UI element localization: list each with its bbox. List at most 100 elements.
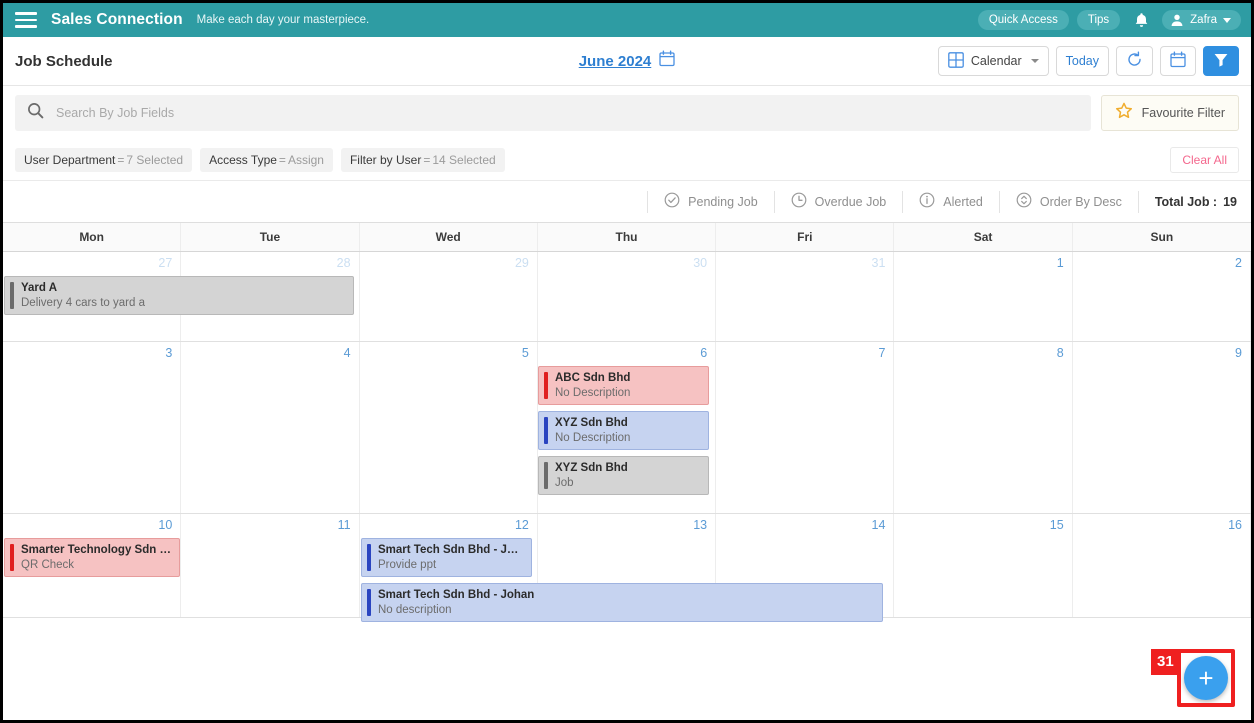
total-job-count: Total Job : 19 xyxy=(1139,195,1237,209)
legend-overdue-job[interactable]: Overdue Job xyxy=(775,190,904,213)
chip-equals: = xyxy=(423,152,431,167)
chip-label: Filter by User xyxy=(349,152,422,167)
calendar-weekday-header: Mon Tue Wed Thu Fri Sat Sun xyxy=(3,223,1251,252)
event-description: Delivery 4 cars to yard a xyxy=(21,297,145,309)
page-header: Job Schedule June 2024 Calendar Today xyxy=(3,37,1251,86)
event-layer: Smarter Technology Sdn Bh... QR Check Sm… xyxy=(3,514,1251,622)
search-row: Favourite Filter xyxy=(3,86,1251,139)
legend-row: Pending Job Overdue Job Alerted Order By… xyxy=(3,181,1251,223)
event-title: XYZ Sdn Bhd xyxy=(555,417,628,429)
current-month-label[interactable]: June 2024 xyxy=(579,53,652,70)
check-circle-icon xyxy=(664,192,680,211)
filter-chip-access-type[interactable]: Access Type = Assign xyxy=(200,147,333,172)
sort-desc-circle-icon xyxy=(1016,192,1032,211)
total-job-label: Total Job : xyxy=(1154,194,1218,209)
weekday-sun: Sun xyxy=(1150,230,1174,244)
legend-order-by-desc[interactable]: Order By Desc xyxy=(1000,190,1139,213)
calendar-week-row: 27 28 29 30 31 1 2 Yard A Delivery 4 car… xyxy=(3,252,1251,342)
event-title: Yard A xyxy=(21,282,58,294)
grid-view-icon xyxy=(948,51,964,71)
event-description: QR Check xyxy=(21,559,75,571)
chevron-down-icon xyxy=(1030,59,1039,63)
today-button[interactable]: Today xyxy=(1055,46,1109,76)
calendar-event[interactable]: Smart Tech Sdn Bhd - Johan No descriptio… xyxy=(361,583,883,622)
event-description: No Description xyxy=(555,387,631,399)
app-window: Sales Connection Make each day your mast… xyxy=(0,0,1254,723)
event-description: No Description xyxy=(555,432,631,444)
total-job-value: 19 xyxy=(1223,194,1237,209)
clock-circle-icon xyxy=(791,192,807,211)
header-toolbar: Calendar Today xyxy=(937,46,1239,76)
calendar-event[interactable]: Smarter Technology Sdn Bh... QR Check xyxy=(4,538,180,577)
weekday-mon: Mon xyxy=(3,223,182,251)
app-brand-title: Sales Connection xyxy=(51,11,183,28)
weekday-wed: Wed xyxy=(360,223,538,251)
calendar-event[interactable]: XYZ Sdn Bhd Job xyxy=(538,456,709,495)
search-icon xyxy=(27,102,44,124)
add-job-fab-button[interactable]: + xyxy=(1184,656,1228,700)
calendar-event[interactable]: ABC Sdn Bhd No Description xyxy=(538,366,709,405)
user-menu[interactable]: Zafra xyxy=(1162,10,1241,30)
tips-button[interactable]: Tips xyxy=(1076,10,1121,30)
event-title: Smart Tech Sdn Bhd - Johan xyxy=(378,544,525,556)
top-navigation-bar: Sales Connection Make each day your mast… xyxy=(3,3,1251,37)
legend-label: Pending Job xyxy=(688,194,758,209)
annotation-number-badge: 31 xyxy=(1151,649,1180,675)
active-filters-row: User Department = 7 Selected Access Type = A… xyxy=(3,139,1251,181)
favourite-filter-label: Favourite Filter xyxy=(1141,105,1225,120)
event-description: No description xyxy=(378,604,452,616)
info-circle-icon xyxy=(919,192,935,211)
event-description: Job xyxy=(555,477,574,489)
notification-bell-icon[interactable] xyxy=(1128,9,1154,31)
weekday-fri: Fri xyxy=(716,223,895,251)
event-title: Smarter Technology Sdn Bh... xyxy=(21,544,173,556)
legend-label: Overdue Job xyxy=(814,194,887,209)
weekday-thu: Thu xyxy=(538,223,717,251)
date-picker-button[interactable] xyxy=(1160,46,1196,76)
weekday-tue: Tue xyxy=(181,223,360,251)
event-layer: ABC Sdn Bhd No Description XYZ Sdn Bhd N… xyxy=(3,342,1251,513)
refresh-icon xyxy=(1126,51,1143,71)
event-description: Provide ppt xyxy=(378,559,437,571)
chip-equals: = xyxy=(117,152,125,167)
event-title: XYZ Sdn Bhd xyxy=(555,462,628,474)
view-mode-selector[interactable]: Calendar xyxy=(937,46,1049,76)
calendar-event[interactable]: Yard A Delivery 4 cars to yard a xyxy=(4,276,354,315)
calendar-week-row: 3 4 5 6 7 8 9 ABC Sdn Bhd No Description xyxy=(3,342,1251,514)
chip-equals: = xyxy=(278,152,286,167)
legend-pending-job[interactable]: Pending Job xyxy=(647,190,775,213)
chevron-down-icon xyxy=(1223,17,1231,23)
hamburger-menu-icon[interactable] xyxy=(15,12,37,28)
search-field-container[interactable] xyxy=(15,94,1091,131)
legend-label: Order By Desc xyxy=(1039,194,1122,209)
filter-chip-filter-by-user[interactable]: Filter by User = 14 Selected xyxy=(340,147,505,172)
star-icon xyxy=(1115,102,1133,123)
avatar-icon xyxy=(1170,13,1184,27)
search-input[interactable] xyxy=(56,105,1079,120)
chip-value: Assign xyxy=(287,152,324,167)
legend-label: Alerted xyxy=(943,194,983,209)
calendar-grid: 27 28 29 30 31 1 2 Yard A Delivery 4 car… xyxy=(3,252,1251,622)
chip-label: Access Type xyxy=(209,152,277,167)
quick-access-button[interactable]: Quick Access xyxy=(977,10,1069,30)
event-title: ABC Sdn Bhd xyxy=(555,372,631,384)
view-mode-label: Calendar xyxy=(970,54,1022,68)
legend-alerted[interactable]: Alerted xyxy=(903,190,1000,213)
top-bar-actions: Quick Access Tips Zafra xyxy=(977,9,1241,31)
favourite-filter-button[interactable]: Favourite Filter xyxy=(1100,94,1239,131)
chip-value: 7 Selected xyxy=(126,152,184,167)
app-tagline: Make each day your masterpiece. xyxy=(196,14,370,26)
user-name-label: Zafra xyxy=(1190,14,1217,26)
calendar-event[interactable]: XYZ Sdn Bhd No Description xyxy=(538,411,709,450)
chip-value: 14 Selected xyxy=(432,152,496,167)
filter-toggle-button[interactable] xyxy=(1203,46,1239,76)
filter-chip-user-department[interactable]: User Department = 7 Selected xyxy=(15,147,193,172)
calendar-event[interactable]: Smart Tech Sdn Bhd - Johan Provide ppt xyxy=(361,538,532,577)
event-title: Smart Tech Sdn Bhd - Johan xyxy=(378,589,535,601)
refresh-button[interactable] xyxy=(1116,46,1153,76)
chip-label: User Department xyxy=(24,152,116,167)
weekday-sat: Sat xyxy=(894,223,1073,251)
clear-all-button[interactable]: Clear All xyxy=(1170,146,1239,173)
calendar-icon[interactable] xyxy=(659,50,675,72)
plus-icon: + xyxy=(1198,663,1214,693)
